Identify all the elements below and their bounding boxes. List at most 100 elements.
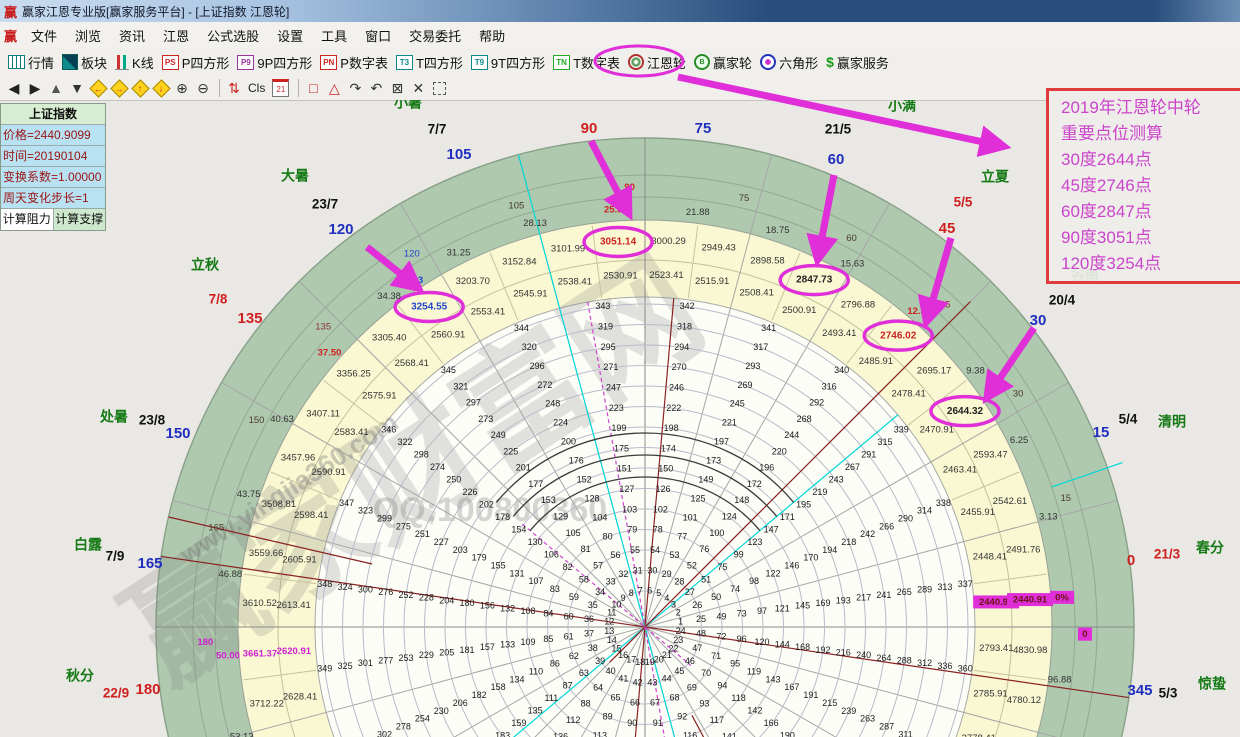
svg-text:2778.41: 2778.41 bbox=[962, 733, 996, 737]
svg-text:133: 133 bbox=[500, 639, 515, 649]
svg-text:198: 198 bbox=[664, 423, 679, 433]
svg-text:347: 347 bbox=[339, 498, 354, 508]
svg-text:32: 32 bbox=[618, 569, 628, 579]
down-triangle-icon[interactable]: ▼ bbox=[70, 80, 84, 96]
calendar-21-icon[interactable]: 21 bbox=[272, 79, 289, 97]
cls-button[interactable]: Cls bbox=[248, 81, 265, 95]
svg-text:2620.91: 2620.91 bbox=[277, 646, 312, 657]
diamond-right-icon[interactable]: → bbox=[112, 82, 126, 95]
svg-text:288: 288 bbox=[897, 656, 912, 666]
svg-text:40: 40 bbox=[606, 666, 616, 676]
menu-5[interactable]: 公式选股 bbox=[198, 26, 268, 45]
svg-text:12.50: 12.50 bbox=[907, 306, 931, 317]
svg-text:51: 51 bbox=[701, 575, 711, 585]
svg-text:144: 144 bbox=[775, 639, 790, 649]
p9-badge-icon: P9 bbox=[237, 55, 254, 70]
annotation-line: 30度2644点 bbox=[1061, 147, 1240, 173]
toolbar-item-K线[interactable]: K线 bbox=[115, 53, 154, 72]
rotate-cw-icon[interactable]: ↷ bbox=[348, 80, 362, 97]
svg-text:96.88: 96.88 bbox=[1048, 674, 1072, 685]
square-tool-icon[interactable]: □ bbox=[306, 80, 320, 96]
svg-text:128: 128 bbox=[584, 493, 599, 503]
menu-2[interactable]: 浏览 bbox=[66, 26, 110, 45]
toolbar-item-赢家轮[interactable]: B赢家轮 bbox=[694, 53, 752, 72]
boxed-x-icon[interactable]: ⊠ bbox=[390, 80, 404, 97]
svg-text:299: 299 bbox=[377, 513, 392, 523]
svg-text:60: 60 bbox=[846, 233, 857, 244]
svg-text:92: 92 bbox=[677, 711, 687, 721]
svg-text:4780.12: 4780.12 bbox=[1007, 695, 1041, 706]
toolbar-item-9P四方形[interactable]: P99P四方形 bbox=[237, 53, 312, 72]
svg-text:38: 38 bbox=[588, 643, 598, 653]
svg-text:3712.22: 3712.22 bbox=[250, 698, 284, 709]
toolbar-item-P四方形[interactable]: PSP四方形 bbox=[162, 53, 230, 72]
diamond-up-icon[interactable]: ↑ bbox=[133, 82, 147, 95]
toolbar-item-江恩轮[interactable]: 江恩轮 bbox=[628, 53, 686, 72]
zoom-out-icon[interactable]: ⊖ bbox=[196, 80, 210, 97]
toolbar-item-板块[interactable]: 板块 bbox=[62, 53, 107, 72]
menu-6[interactable]: 设置 bbox=[268, 26, 312, 45]
menu-4[interactable]: 江恩 bbox=[154, 26, 198, 45]
svg-text:136: 136 bbox=[553, 731, 568, 737]
svg-text:2746.02: 2746.02 bbox=[880, 330, 917, 341]
svg-text:89: 89 bbox=[603, 711, 613, 721]
t3-badge-icon: T3 bbox=[396, 55, 413, 70]
menu-10[interactable]: 帮助 bbox=[470, 26, 514, 45]
svg-text:240: 240 bbox=[856, 650, 871, 660]
scatter-x-icon[interactable]: ✕ bbox=[411, 80, 425, 97]
toolbar-item-六角形[interactable]: 六角形 bbox=[760, 53, 818, 72]
rotate-ccw-icon[interactable]: ↶ bbox=[369, 80, 383, 97]
toolbar-item-行情[interactable]: 行情 bbox=[8, 53, 54, 72]
menu-7[interactable]: 工具 bbox=[312, 26, 356, 45]
svg-text:180: 180 bbox=[197, 637, 213, 648]
up-triangle-icon[interactable]: ▲ bbox=[49, 80, 63, 96]
svg-text:298: 298 bbox=[414, 450, 429, 460]
svg-text:287: 287 bbox=[879, 721, 894, 731]
annotation-line: 45度2746点 bbox=[1061, 173, 1240, 199]
svg-text:263: 263 bbox=[860, 714, 875, 724]
select-box-icon[interactable] bbox=[432, 82, 446, 95]
svg-text:95: 95 bbox=[730, 659, 740, 669]
next-icon[interactable]: ▶ bbox=[28, 80, 42, 97]
toolbar-item-赢家服务[interactable]: $赢家服务 bbox=[826, 53, 889, 72]
toolbar-item-T四方形[interactable]: T3T四方形 bbox=[396, 53, 463, 72]
menu-1[interactable]: 文件 bbox=[22, 26, 66, 45]
diamond-down-icon[interactable]: ↓ bbox=[154, 82, 168, 95]
svg-text:3254.55: 3254.55 bbox=[411, 302, 448, 313]
svg-text:2508.41: 2508.41 bbox=[740, 288, 774, 299]
svg-text:141: 141 bbox=[722, 731, 737, 737]
svg-text:311: 311 bbox=[898, 729, 912, 737]
svg-text:245: 245 bbox=[730, 399, 745, 409]
toolbar-item-9T四方形[interactable]: T99T四方形 bbox=[471, 53, 545, 72]
svg-text:360: 360 bbox=[958, 664, 973, 674]
prev-icon[interactable]: ◀ bbox=[7, 80, 21, 97]
svg-text:252: 252 bbox=[399, 590, 414, 600]
toolbar-item-P数字表[interactable]: PNP数字表 bbox=[320, 53, 388, 72]
svg-text:130: 130 bbox=[528, 537, 543, 547]
svg-text:126: 126 bbox=[656, 484, 671, 494]
toolbar-item-label: 赢家服务 bbox=[837, 53, 889, 72]
menu-8[interactable]: 窗口 bbox=[356, 26, 400, 45]
svg-text:122: 122 bbox=[765, 568, 780, 578]
svg-text:82: 82 bbox=[563, 562, 573, 572]
calc-support-button[interactable]: 计算支撑 bbox=[54, 209, 106, 230]
svg-text:319: 319 bbox=[598, 321, 613, 331]
menu-3[interactable]: 资讯 bbox=[110, 26, 154, 45]
svg-text:194: 194 bbox=[822, 545, 837, 555]
diamond-left-icon[interactable]: ← bbox=[91, 82, 105, 95]
svg-text:2949.43: 2949.43 bbox=[701, 243, 735, 254]
svg-text:176: 176 bbox=[569, 456, 584, 466]
svg-text:67: 67 bbox=[650, 698, 660, 708]
wheel-label-7/9: 7/9 bbox=[106, 549, 125, 564]
svg-text:226: 226 bbox=[463, 487, 478, 497]
svg-text:175: 175 bbox=[614, 443, 629, 453]
calc-resistance-button[interactable]: 计算阻力 bbox=[1, 209, 54, 230]
time-axis-icon[interactable]: ⇅ bbox=[227, 80, 241, 97]
svg-text:40.63: 40.63 bbox=[270, 414, 294, 425]
svg-text:267: 267 bbox=[845, 462, 860, 472]
menu-9[interactable]: 交易委托 bbox=[400, 26, 470, 45]
zoom-in-icon[interactable]: ⊕ bbox=[175, 80, 189, 97]
svg-text:120: 120 bbox=[754, 637, 769, 647]
triangle-tool-icon[interactable]: △ bbox=[327, 80, 341, 97]
toolbar-item-T数字表[interactable]: TNT数字表 bbox=[553, 53, 620, 72]
